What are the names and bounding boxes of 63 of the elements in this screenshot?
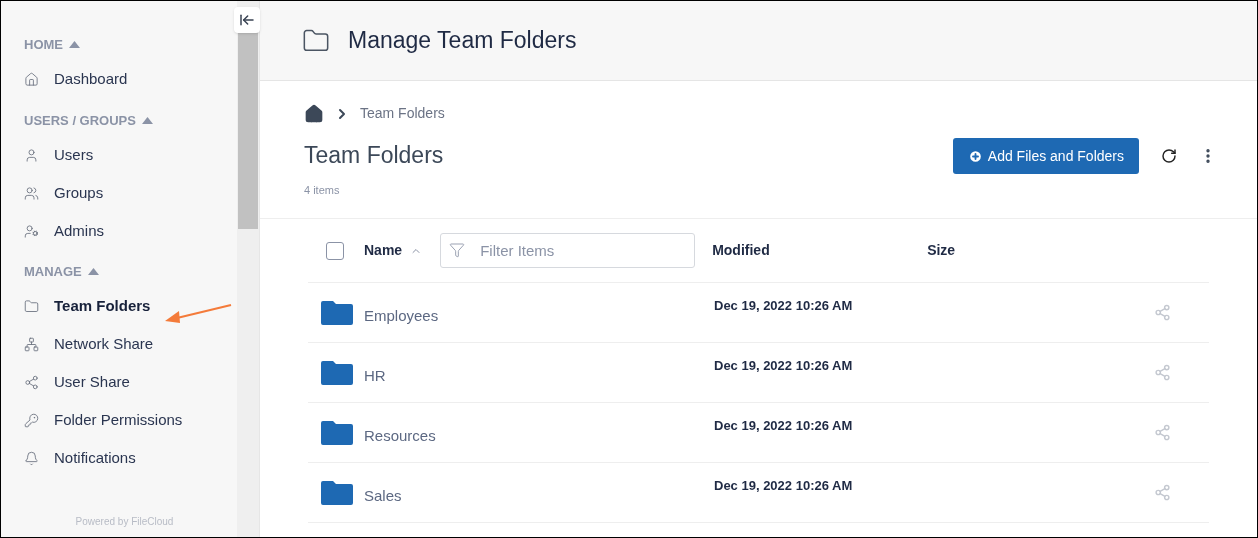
- sidebar-item[interactable]: Admins: [24, 212, 237, 250]
- users-icon: [24, 185, 39, 201]
- page-title: Team Folders: [304, 141, 444, 170]
- share-icon: [24, 375, 39, 390]
- sidebar-item[interactable]: Dashboard: [24, 60, 237, 99]
- table-row[interactable]: Employees Dec 19, 2022 10:26 AM: [308, 283, 1209, 343]
- share-icon[interactable]: [1154, 484, 1171, 501]
- sidebar-item[interactable]: Team Folders: [24, 287, 237, 326]
- column-header[interactable]: Name: [364, 240, 403, 261]
- filter-field[interactable]: Filter Items: [440, 233, 696, 268]
- folder-icon: [321, 481, 353, 505]
- bell-icon: [24, 451, 39, 466]
- folder-name[interactable]: HR: [364, 365, 386, 402]
- sidebar-item[interactable]: Groups: [24, 174, 237, 212]
- sidebar-item[interactable]: Notifications: [24, 439, 237, 478]
- collapse-caret-icon[interactable]: [141, 116, 153, 124]
- user-icon: [24, 147, 39, 163]
- add-files-button[interactable]: Add Files and Folders: [952, 138, 1139, 174]
- filter-icon: [449, 242, 466, 258]
- share-icon[interactable]: [1154, 424, 1171, 441]
- breadcrumb-link[interactable]: Team Folders: [360, 103, 445, 124]
- folder-icon: [321, 301, 353, 325]
- home-icon[interactable]: [304, 103, 324, 124]
- folder-name[interactable]: Sales: [364, 485, 402, 522]
- scrollbar-thumb[interactable]: [238, 31, 258, 229]
- annotation-arrow: [163, 303, 233, 323]
- collapse-icon: [239, 12, 255, 28]
- sidebar-item[interactable]: Users: [24, 136, 237, 174]
- powered-by-text: Powered by FileCloud: [75, 515, 174, 529]
- modified-date: Dec 19, 2022 10:26 AM: [714, 357, 853, 375]
- table-row[interactable]: Resources Dec 19, 2022 10:26 AM: [308, 403, 1209, 463]
- sidebar-item[interactable]: Network Share: [24, 325, 237, 364]
- collapse-caret-icon[interactable]: [69, 41, 80, 49]
- item-count: 4 items: [304, 182, 341, 198]
- network-icon: [24, 337, 39, 352]
- refresh-icon[interactable]: [1161, 148, 1177, 164]
- column-header[interactable]: Size: [927, 240, 956, 261]
- section-title: USERS / GROUPS: [24, 111, 136, 130]
- collapse-caret-icon[interactable]: [87, 268, 99, 276]
- user-gear-icon: [24, 223, 39, 239]
- section-title: HOME: [24, 36, 63, 54]
- share-icon[interactable]: [1154, 304, 1171, 321]
- share-icon[interactable]: [1154, 364, 1171, 381]
- plus-circle-icon: [967, 148, 983, 164]
- folder-name[interactable]: Resources: [364, 425, 436, 462]
- sidebar-item[interactable]: User Share: [24, 363, 237, 402]
- select-all-checkbox[interactable]: [326, 241, 344, 260]
- sidebar-item[interactable]: Folder Permissions: [24, 401, 237, 440]
- house-icon: [24, 72, 39, 87]
- column-header[interactable]: Modified: [712, 240, 928, 261]
- folder-name[interactable]: Employees: [364, 305, 439, 342]
- folder-icon: [321, 421, 353, 445]
- collapse-sidebar-button[interactable]: [234, 7, 260, 33]
- folder-icon: [24, 299, 39, 314]
- header-title: Manage Team Folders: [348, 26, 577, 56]
- modified-date: Dec 19, 2022 10:26 AM: [714, 477, 853, 495]
- folder-icon: [321, 361, 353, 385]
- modified-date: Dec 19, 2022 10:26 AM: [714, 297, 853, 315]
- key-icon: [24, 413, 39, 428]
- modified-date: Dec 19, 2022 10:26 AM: [714, 417, 853, 435]
- section-title: MANAGE: [24, 263, 82, 281]
- table-row[interactable]: HR Dec 19, 2022 10:26 AM: [308, 343, 1209, 403]
- table-row[interactable]: Sales Dec 19, 2022 10:26 AM: [308, 463, 1209, 523]
